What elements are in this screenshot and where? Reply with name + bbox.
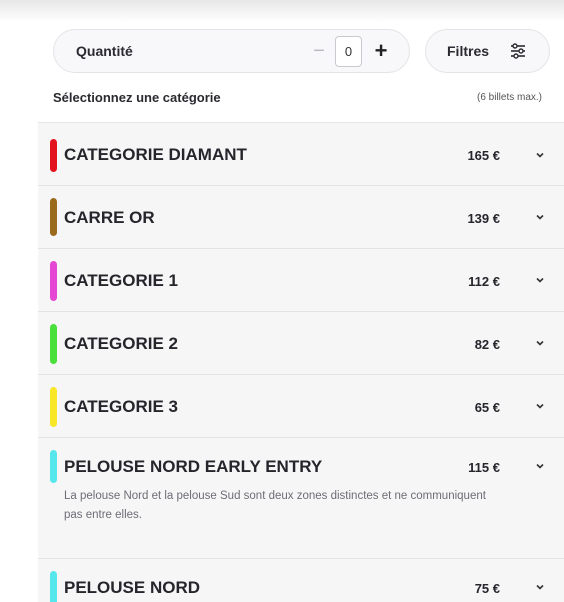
increase-quantity-button[interactable]: + (370, 37, 392, 65)
chevron-down-icon[interactable] (534, 581, 546, 593)
category-row-diamant[interactable]: CATEGORIE DIAMANT 165 € (38, 123, 564, 186)
quantity-input[interactable]: 0 (335, 36, 362, 67)
category-color-bar (50, 139, 57, 172)
category-name: PELOUSE NORD EARLY ENTRY (64, 457, 323, 476)
top-shadow (0, 0, 564, 22)
category-color-bar (50, 261, 57, 301)
category-description: La pelouse Nord et la pelouse Sud sont d… (64, 490, 486, 521)
category-price: 112 € (468, 274, 500, 289)
category-list: CATEGORIE DIAMANT 165 € CARRE OR 139 € C… (38, 122, 564, 602)
decrease-quantity-button[interactable]: − (310, 38, 328, 64)
select-category-title: Sélectionnez une catégorie (53, 90, 221, 105)
max-tickets-note: (6 billets max.) (476, 92, 542, 103)
category-price: 65 € (474, 400, 500, 415)
category-price: 139 € (467, 211, 500, 226)
category-row-pelouse-nord-early-entry[interactable]: PELOUSE NORD EARLY ENTRY 115 € La pelous… (38, 438, 564, 559)
quantity-label: Quantité (76, 43, 133, 59)
category-price: 115 € (468, 460, 500, 475)
category-row-carre-or[interactable]: CARRE OR 139 € (38, 186, 564, 249)
category-name: CATEGORIE 2 (64, 334, 178, 353)
category-row-3[interactable]: CATEGORIE 3 65 € (38, 375, 564, 438)
chevron-down-icon[interactable] (534, 337, 546, 349)
category-name: PELOUSE NORD (64, 578, 201, 597)
category-row-2[interactable]: CATEGORIE 2 82 € (38, 312, 564, 375)
chevron-down-icon[interactable] (534, 149, 546, 161)
chevron-down-icon[interactable] (534, 400, 546, 412)
category-name: CATEGORIE DIAMANT (64, 145, 247, 164)
category-price: 82 € (474, 337, 500, 352)
chevron-down-icon[interactable] (534, 460, 546, 472)
filters-button[interactable]: Filtres (425, 29, 550, 73)
category-color-bar (50, 450, 57, 483)
category-color-bar (50, 571, 57, 602)
quantity-selector: Quantité − 0 + (53, 29, 410, 73)
category-name: CATEGORIE 1 (64, 271, 178, 290)
category-color-bar (50, 324, 57, 364)
category-name: CARRE OR (64, 208, 155, 227)
category-row-1[interactable]: CATEGORIE 1 112 € (38, 249, 564, 312)
category-row-pelouse-nord[interactable]: PELOUSE NORD 75 € (38, 559, 564, 602)
filters-label: Filtres (447, 43, 490, 59)
chevron-down-icon[interactable] (534, 274, 546, 286)
sliders-icon (511, 43, 525, 59)
chevron-down-icon[interactable] (534, 211, 546, 223)
category-name: CATEGORIE 3 (64, 397, 178, 416)
category-price: 165 € (467, 148, 500, 163)
category-color-bar (50, 387, 57, 427)
category-price: 75 € (474, 581, 500, 596)
category-color-bar (50, 198, 57, 236)
